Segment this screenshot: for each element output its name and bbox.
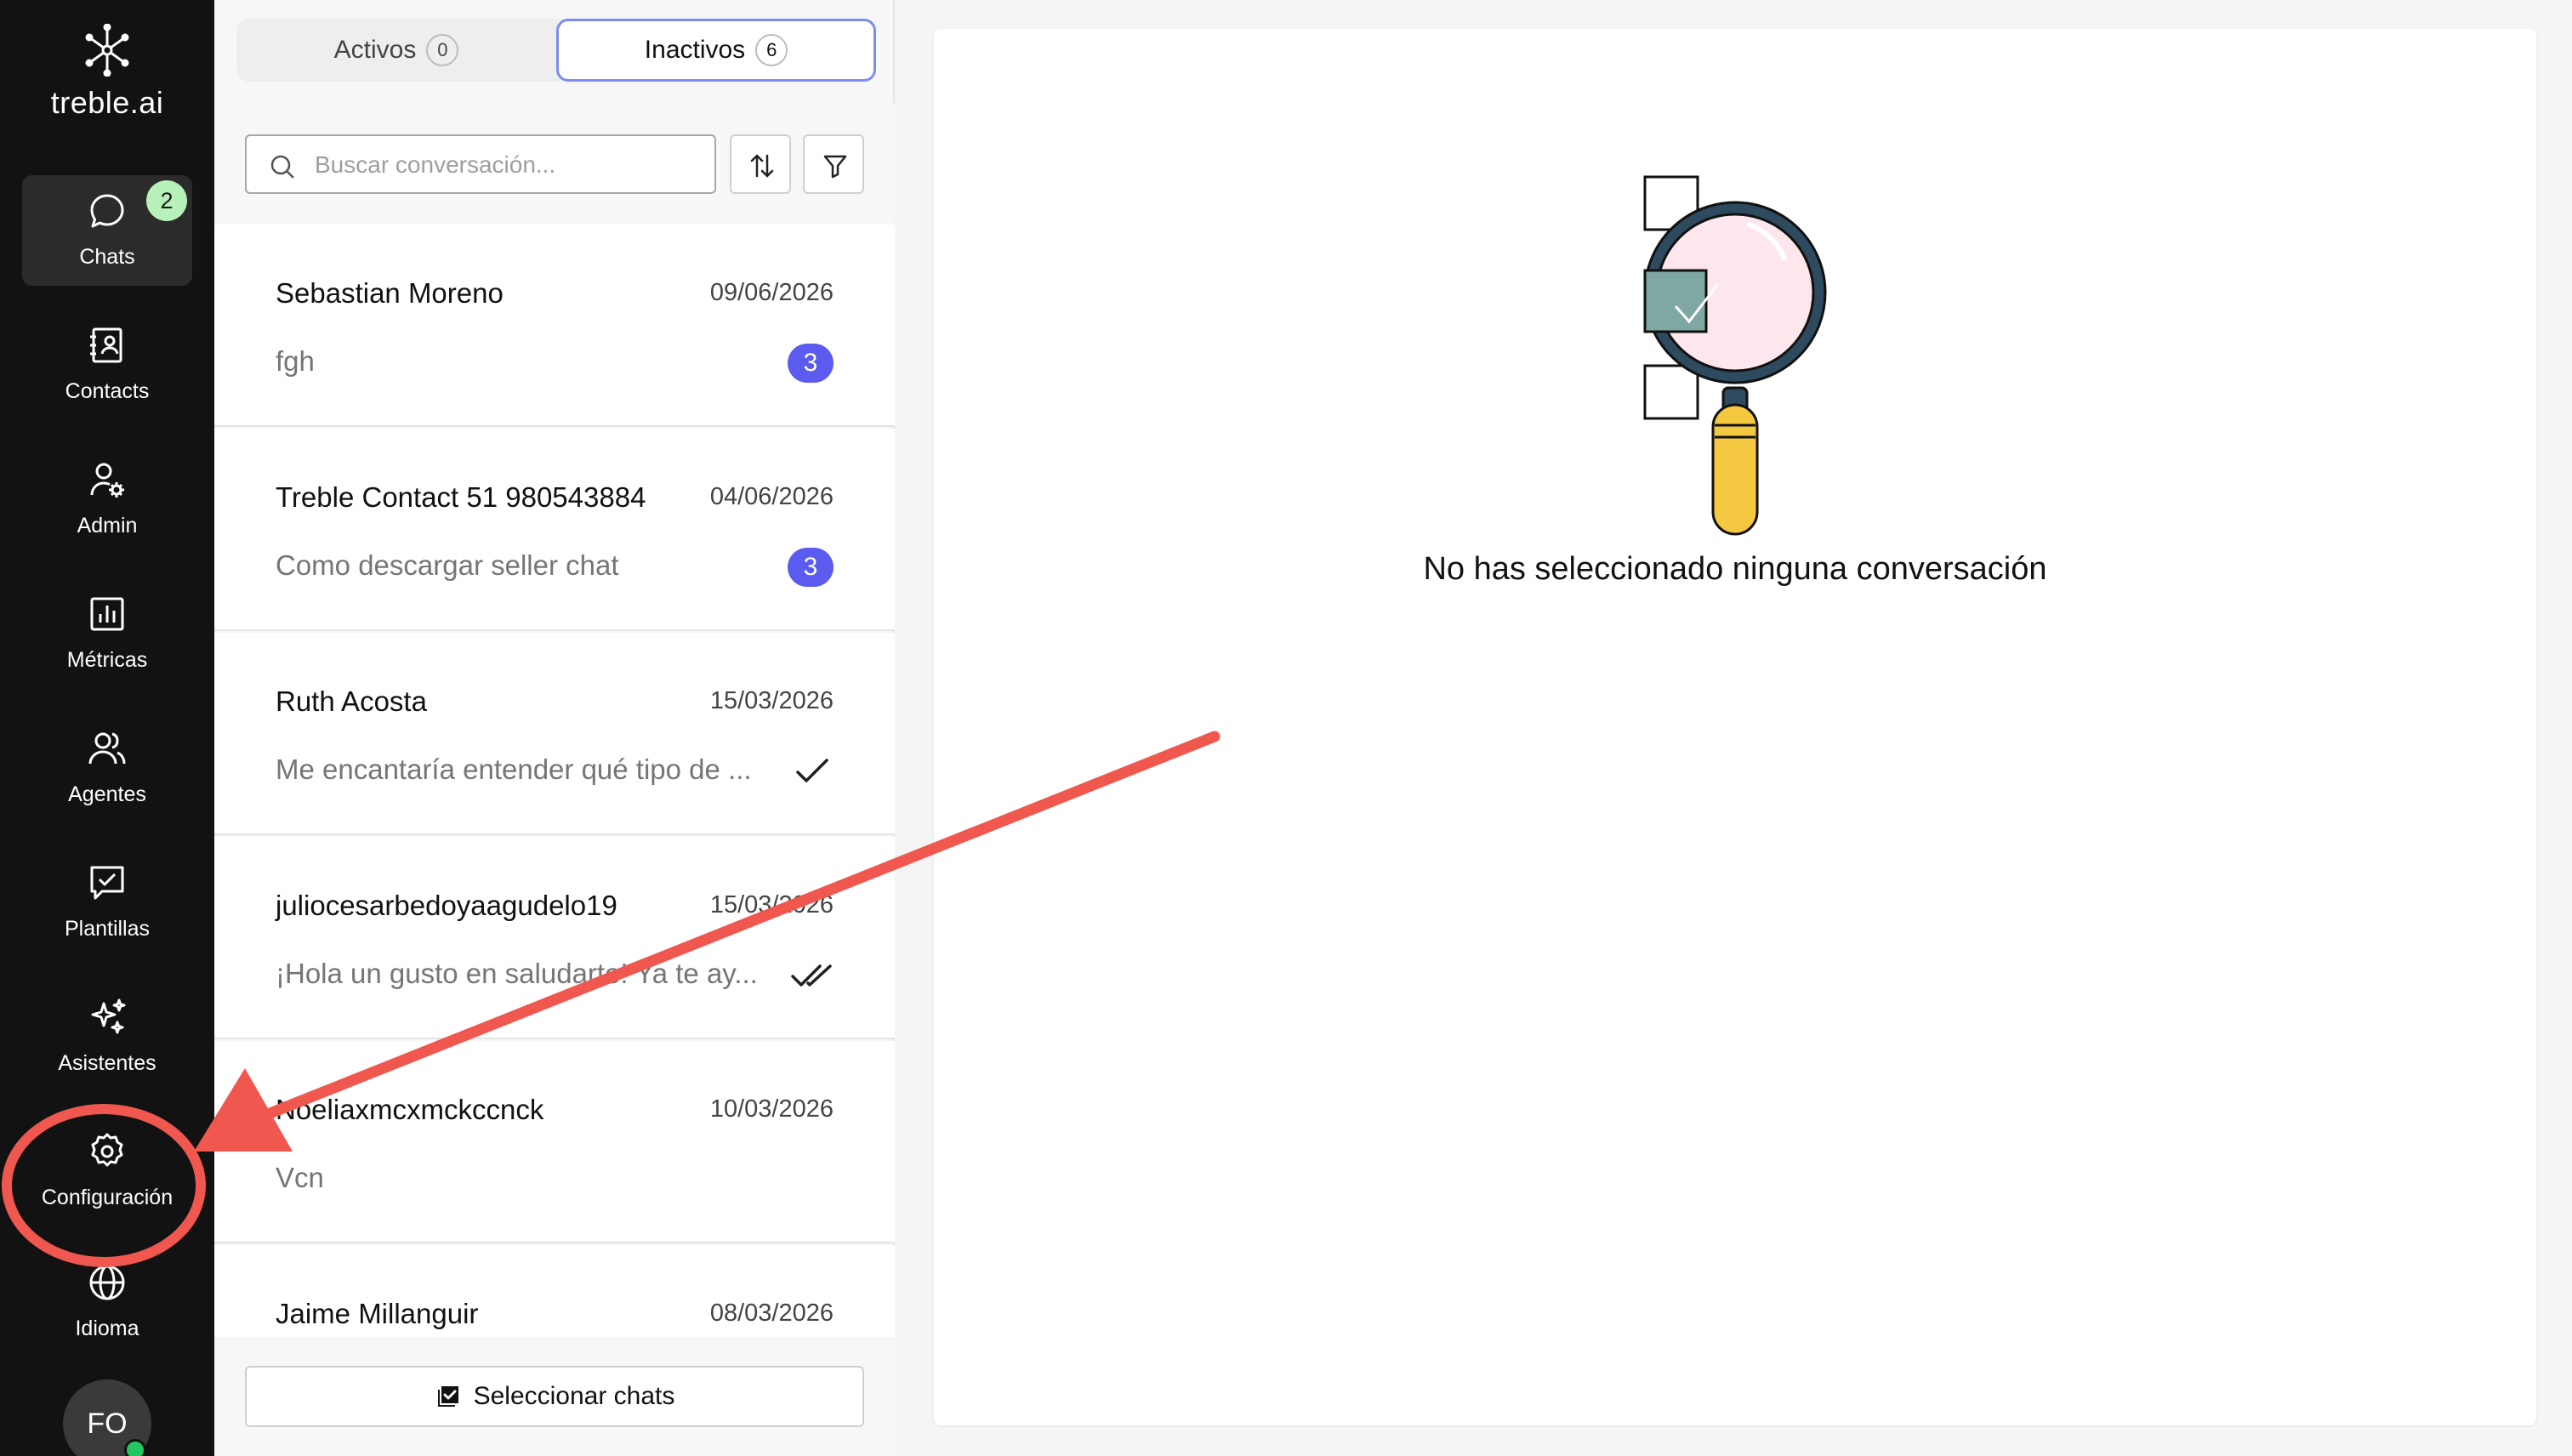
- last-message: ¡Hola un gusto en saludarte! Ya te ay...: [276, 958, 758, 989]
- sidebar-item-label: Configuración: [41, 1186, 174, 1209]
- conversation-item[interactable]: Sebastian Moreno 09/06/2026 fgh 3: [214, 225, 895, 427]
- sort-arrows-icon: [750, 154, 774, 178]
- globe-icon: [89, 1265, 125, 1300]
- multi-select-icon: [437, 1386, 458, 1407]
- sidebar-item-metricas[interactable]: Métricas: [22, 578, 192, 689]
- conversation-date: 15/03/2026: [709, 687, 834, 714]
- contact-book-icon: [90, 327, 122, 363]
- conversation-item[interactable]: juliocesarbedoyaagudelo19 15/03/2026 ¡Ho…: [214, 837, 895, 1039]
- chats-count-badge: 2: [146, 180, 187, 221]
- chat-bubble-icon: [90, 194, 124, 228]
- tab-label: Inactivos: [644, 36, 746, 64]
- conversation-item[interactable]: Treble Contact 51 980543884 04/06/2026 C…: [214, 429, 895, 631]
- conversation-date: 04/06/2026: [709, 483, 834, 510]
- last-message: Como descargar seller chat: [276, 549, 619, 581]
- sidebar-item-plantillas[interactable]: Plantillas: [22, 847, 192, 958]
- sidebar-item-configuracion[interactable]: Configuración: [22, 1116, 192, 1226]
- select-chats-label: Seleccionar chats: [473, 1382, 675, 1410]
- conversation-date: 09/06/2026: [709, 279, 834, 306]
- sparkles-icon: [91, 998, 126, 1034]
- search-input[interactable]: [315, 148, 697, 182]
- tab-count: 0: [426, 34, 459, 66]
- status-tabs: Activos 0 Inactivos 6: [236, 19, 876, 82]
- sidebar-item-idioma[interactable]: Idioma: [22, 1247, 192, 1357]
- gear-icon: [91, 1133, 123, 1167]
- double-check-icon: [791, 964, 832, 987]
- last-message: fgh: [276, 345, 315, 377]
- sidebar: treble.ai 2 Chats Contacts Admin Métrica…: [0, 0, 214, 1456]
- sidebar-item-admin[interactable]: Admin: [22, 444, 192, 555]
- unread-badge: 3: [788, 344, 834, 383]
- sidebar-item-label: Plantillas: [64, 917, 151, 941]
- conversation-view: No has seleccionado ninguna conversación: [934, 29, 2536, 1425]
- tab-label: Activos: [333, 36, 417, 64]
- conversation-date: 15/03/2026: [709, 891, 834, 919]
- conversation-list-panel: Activos 0 Inactivos 6 Seb: [214, 0, 895, 1456]
- unread-badge: 3: [788, 548, 834, 587]
- last-message: Me encantaría entender qué tipo de ...: [276, 754, 752, 785]
- sidebar-item-chats[interactable]: 2 Chats: [22, 175, 192, 286]
- magnifier-illustration-icon: [1643, 175, 1827, 536]
- last-message: Vcn: [276, 1162, 324, 1193]
- search-box: [245, 134, 716, 194]
- sidebar-item-contacts[interactable]: Contacts: [22, 310, 192, 420]
- single-check-icon: [796, 759, 828, 782]
- contact-name: Ruth Acosta: [276, 685, 427, 717]
- sidebar-item-label: Admin: [77, 514, 138, 537]
- bar-chart-icon: [90, 597, 124, 631]
- sidebar-item-agentes[interactable]: Agentes: [22, 713, 192, 823]
- treble-logo-icon: [85, 24, 129, 77]
- online-status-dot: [124, 1439, 146, 1456]
- tab-inactivos[interactable]: Inactivos 6: [556, 19, 876, 82]
- search-toolbar: [214, 104, 895, 223]
- sort-button[interactable]: [730, 134, 791, 194]
- sidebar-item-label: Chats: [79, 245, 135, 269]
- filter-button[interactable]: [803, 134, 864, 194]
- contact-name: juliocesarbedoyaagudelo19: [276, 890, 617, 921]
- sidebar-item-label: Asistentes: [58, 1051, 156, 1075]
- logo[interactable]: treble.ai: [0, 24, 214, 121]
- sidebar-item-label: Idioma: [75, 1317, 139, 1340]
- users-icon: [88, 732, 126, 765]
- sidebar-item-label: Agentes: [68, 782, 146, 806]
- contact-name: Treble Contact 51 980543884: [276, 481, 646, 513]
- conversation-date: 10/03/2026: [709, 1095, 834, 1123]
- template-check-icon: [90, 866, 124, 900]
- conversation-date: 08/03/2026: [709, 1300, 834, 1327]
- sidebar-item-label: Contacts: [65, 379, 150, 403]
- logo-text: treble.ai: [50, 85, 164, 120]
- sidebar-item-label: Métricas: [66, 648, 148, 672]
- conversation-item[interactable]: Ruth Acosta 15/03/2026 Me encantaría ent…: [214, 633, 895, 835]
- tab-activos[interactable]: Activos 0: [236, 19, 556, 82]
- tab-count: 6: [755, 34, 788, 66]
- list-footer: Seleccionar chats: [214, 1337, 895, 1456]
- filter-icon: [823, 155, 847, 179]
- conversation-item[interactable]: Noeliaxmcxmckccnck 10/03/2026 Vcn: [214, 1041, 895, 1243]
- contact-name: Sebastian Moreno: [276, 277, 504, 309]
- select-chats-button[interactable]: Seleccionar chats: [245, 1366, 864, 1427]
- empty-state-message: No has seleccionado ninguna conversación: [1423, 551, 2047, 587]
- user-gear-icon: [90, 463, 124, 498]
- search-icon: [270, 155, 294, 179]
- contact-name: Noeliaxmcxmckccnck: [276, 1094, 544, 1125]
- sidebar-item-asistentes[interactable]: Asistentes: [22, 981, 192, 1092]
- contact-name: Jaime Millanguir: [276, 1298, 479, 1329]
